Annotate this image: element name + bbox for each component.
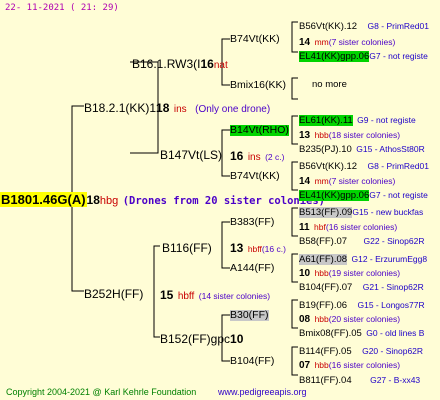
gen1-top-node: B18.2.1(KK)118 ins (Only one drone) [84,100,270,116]
gen2-node: B16.1.RW3(I16nat [132,56,228,72]
gen2-class: nat [213,60,228,71]
gen3-name: B74Vt(KK) [230,33,280,45]
gen1-bottom-year: 15 [160,288,174,302]
gen2-node: B152(FF)gpc10 [160,331,243,347]
gen4-name: Bmix08(FF).05 [299,328,362,339]
gen3-name: A144(FF) [230,262,275,274]
gen2-class: ins [247,152,261,163]
gen4-class: hbf [314,222,326,232]
gen4-node: B513(FF).09G15 - new buckfas [299,203,423,219]
gen4-node: EL41(KK)gpp.06G7 - not registe [299,47,428,63]
gen4-name: B58(FF).07 [299,236,348,247]
gen2-detail: 16 ins (2 c.) [230,148,284,164]
gen4-class: hbb [314,130,329,140]
gen4-name: EL61(KK).11 [299,115,353,126]
gen1-bottom-detail: 15 hbff (14 sister colonies) [160,287,270,303]
gen4-name: EL41(KK)gpp.06 [299,51,370,62]
gen4-note: (16 sister colonies) [325,222,398,232]
gen2-year: 16 [200,57,214,71]
gen4-region: G21 - Sinop62R [362,282,424,292]
gen1-bottom-node: B252H(FF) [84,286,143,302]
gen4-node: EL61(KK).11 G9 - not registe [299,111,416,127]
gen4-node: Bmix08(FF).05 G0 - old lines B [299,324,424,340]
gen4-note: (16 sister colonies) [328,360,401,370]
timestamp: 22- 11-2021 ( 21: 29) [5,3,119,13]
gen4-class: mm [314,37,329,47]
gen1-top-class: ins [173,104,187,115]
gen3-name: B104(FF) [230,355,275,367]
root-queen: B1801.46G(A)18hbg (Drones from 20 sister… [0,192,325,208]
gen4-note: (7 sister colonies) [328,176,396,186]
gen4-region: G0 - old lines B [366,328,425,338]
gen4-node: EL41(KK)gpp.06G7 - not registe [299,186,428,202]
gen4-detail: 07 hbb(16 sister colonies) [299,356,400,372]
gen4-node: B104(FF).07 G21 - Sinop62R [299,278,424,294]
gen4-region: G8 - PrimRed01 [367,21,429,31]
gen4-note: (19 sister colonies) [328,268,401,278]
gen4-class: hbb [314,314,329,324]
gen4-region: G7 - not registe [369,190,428,200]
gen4-year: 07 [299,360,311,371]
gen1-top-year: 18 [156,101,170,115]
gen3-name: Bmix16(KK) [230,79,287,91]
gen4-name: EL41(KK)gpp.06 [299,190,370,201]
gen2-name: B116(FF) [162,241,212,255]
gen2-year: 16 [230,149,244,163]
root-queen-name: B1801.46G(A) [0,192,87,207]
gen3-name: B383(FF) [230,216,275,228]
root-queen-year: 18 [86,193,100,207]
gen2-note: (16 c.) [261,244,286,254]
gen3-name: B30(FF) [230,309,269,321]
gen4-name: B811(FF).04 [299,375,352,386]
gen2-node: B116(FF) [162,240,212,256]
gen2-note: (2 c.) [265,152,285,162]
gen2-name: B16.1.RW3(I [132,57,201,71]
gen4-name: B235(PJ).10 [299,144,352,155]
gen4-region: G9 - not registe [357,115,416,125]
copyright-text: Copyright 2004-2021 @ Karl Kehrle Founda… [6,387,197,397]
gen3-name: B14Vt(RHO) [230,124,289,136]
gen2-node: B147Vt(LS) [160,147,222,163]
gen1-bottom-name: B252H(FF) [84,287,144,301]
gen1-bottom-note: (14 sister colonies) [198,291,271,301]
gen4-region: G22 - Sinop62R [363,236,425,246]
gen2-detail: 13 hbff(16 c.) [230,240,286,256]
gen1-top-note: (Only one drone) [195,104,271,115]
gen4-node: B58(FF).07 G22 - Sinop62R [299,232,424,248]
gen4-node: B56Vt(KK).12 G8 - PrimRed01 [299,157,429,173]
gen4-region: G15 - new buckfas [352,207,424,217]
gen4-name: B104(FF).07 [299,282,353,293]
gen3-name: B74Vt(KK) [230,170,280,182]
gen4-name: B513(FF).09 [299,207,353,218]
gen4-note: (18 sister colonies) [328,130,401,140]
gen2-year: 13 [230,241,244,255]
gen4-note: (7 sister colonies) [328,37,396,47]
gen4-region: G12 - ErzurumEgg8 [351,254,428,264]
gen4-name: no more [312,79,347,90]
gen2-class: hbff [247,244,262,254]
root-drone-note: (Drones from 20 sister colonies) [122,195,326,207]
pedigree-chart: 22- 11-2021 ( 21: 29) B1801.46G(A)18hbg … [0,0,440,400]
site-link[interactable]: www.pedigreeapis.org [218,388,307,397]
gen1-top-name: B18.2.1(KK)1 [84,101,157,115]
gen4-class: mm [314,176,329,186]
gen4-class: hbb [314,360,329,370]
gen4-region: G15 - AthosSt80R [356,144,425,154]
gen2-year: 10 [230,332,244,346]
gen4-region: G8 - PrimRed01 [367,161,429,171]
gen4-class: hbb [314,268,329,278]
gen2-name: B147Vt(LS) [160,148,223,162]
gen4-region: G20 - Sinop62R [362,346,424,356]
gen4-region: G15 - Longos77R [357,300,425,310]
gen4-region: G7 - not registe [369,51,428,61]
gen4-node: B235(PJ).10 G15 - AthosSt80R [299,140,425,156]
gen4-node: B56Vt(KK).12 G8 - PrimRed01 [299,17,429,33]
gen4-node: B811(FF).04 G27 - B-xx43 [299,371,420,387]
root-queen-class: hbg [99,195,119,207]
gen4-region: G27 - B-xx43 [370,375,421,385]
gen2-name: B152(FF)gpc [160,332,231,346]
gen4-name: B56Vt(KK).12 [299,161,358,172]
gen1-bottom-class: hbff [177,291,195,302]
gen4-name: B56Vt(KK).12 [299,21,358,32]
